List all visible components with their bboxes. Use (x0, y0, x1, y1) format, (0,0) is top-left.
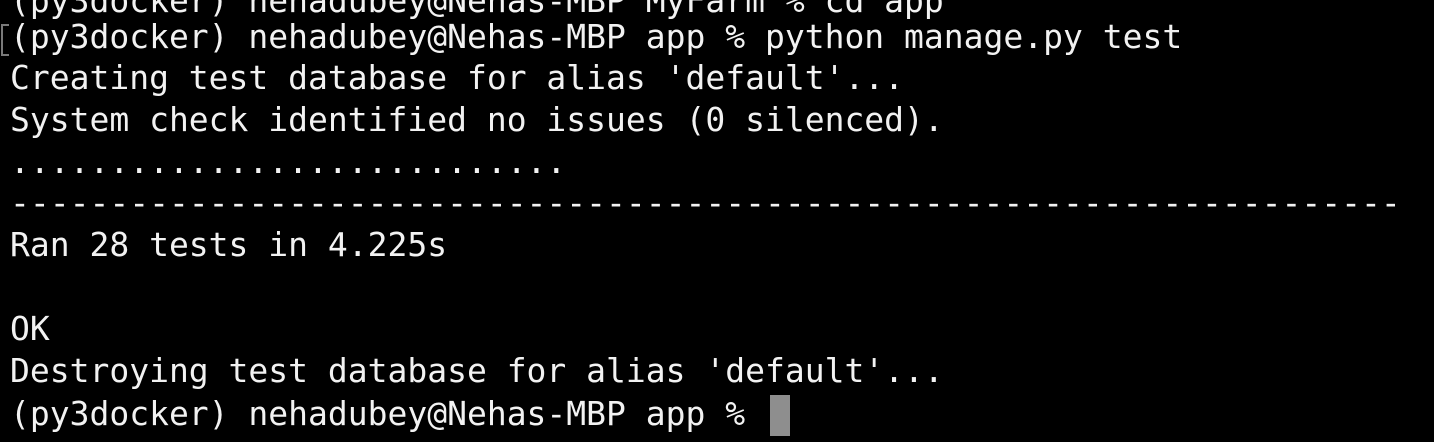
terminal-line-result: OK (10, 309, 50, 348)
mark-bracket-icon (1, 24, 9, 56)
terminal-line-create-db: Creating test database for alias 'defaul… (10, 58, 905, 97)
terminal-prompt[interactable]: (py3docker) nehadubey@Nehas-MBP app % (10, 393, 765, 435)
terminal-line-separator: ----------------------------------------… (10, 183, 1401, 222)
terminal-window[interactable]: (py3docker) nehadubey@Nehas-MBP MyFarm %… (0, 0, 1434, 442)
terminal-line-command: (py3docker) nehadubey@Nehas-MBP app % py… (10, 17, 1183, 56)
terminal-line-destroy-db: Destroying test database for alias 'defa… (10, 351, 944, 390)
terminal-cursor (770, 395, 790, 436)
terminal-line-test-dots: ............................ (10, 142, 567, 181)
terminal-line-system-check: System check identified no issues (0 sil… (10, 100, 944, 139)
terminal-line-test-summary: Ran 28 tests in 4.225s (10, 225, 448, 264)
